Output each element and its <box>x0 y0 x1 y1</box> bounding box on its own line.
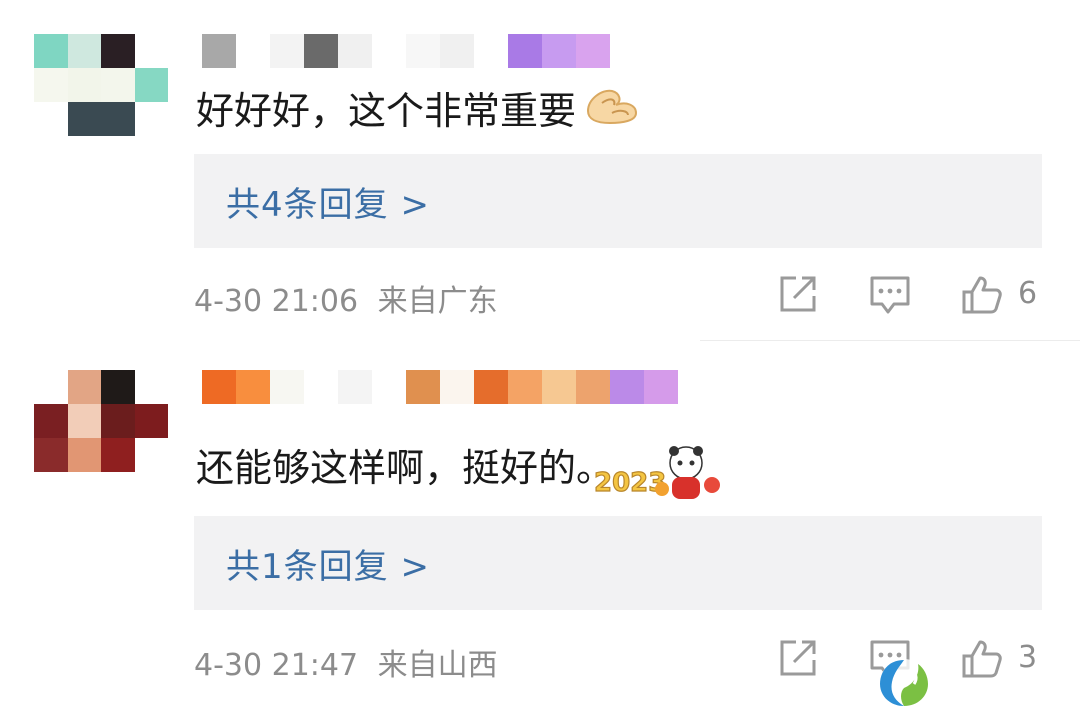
view-replies-button[interactable]: 共1条回复 > <box>194 516 1042 610</box>
avatar-pixel <box>67 404 101 438</box>
like-count: 3 <box>1018 640 1038 675</box>
thumbs-up-icon[interactable] <box>960 636 1004 680</box>
username-pixel <box>542 370 576 404</box>
reply-count-label: 共1条回复 > <box>226 546 430 587</box>
username-pixel <box>202 370 236 404</box>
comment-time: 4-30 21:47 <box>194 648 359 683</box>
share-icon[interactable] <box>776 636 820 680</box>
username-pixel <box>372 370 406 404</box>
username-pixel <box>236 370 270 404</box>
comment-item: 还能够这样啊，挺好的。 2023 共1条回复 > 4-30 21:47 来自山西 <box>0 0 1080 714</box>
avatar-pixel <box>101 370 135 404</box>
username-pixel <box>474 370 508 404</box>
username-pixel <box>270 370 304 404</box>
username-pixel <box>440 370 474 404</box>
comment-meta: 4-30 21:47 来自山西 <box>194 640 498 684</box>
avatar-pixel <box>101 404 135 438</box>
watermark-logo-icon <box>874 656 934 710</box>
username-mosaic[interactable] <box>202 370 678 404</box>
comment-text-row: 还能够这样啊，挺好的。 2023 <box>196 436 730 499</box>
avatar-pixel <box>101 438 135 472</box>
username-pixel <box>576 370 610 404</box>
username-pixel <box>610 370 644 404</box>
username-pixel <box>304 370 338 404</box>
username-pixel <box>406 370 440 404</box>
avatar[interactable] <box>34 370 168 472</box>
avatar-pixel <box>34 438 68 472</box>
panda-2023-sticker-icon: 2023 <box>590 441 730 514</box>
avatar-pixel <box>34 404 68 438</box>
avatar-pixel <box>34 370 68 404</box>
avatar-pixel <box>67 438 101 472</box>
username-pixel <box>644 370 678 404</box>
avatar-pixel <box>134 438 168 472</box>
comment-location: 来自山西 <box>377 648 498 683</box>
avatar-pixel <box>67 370 101 404</box>
comment-text: 还能够这样啊，挺好的。 <box>196 445 615 490</box>
username-pixel <box>338 370 372 404</box>
username-pixel <box>508 370 542 404</box>
avatar-pixel <box>134 370 168 404</box>
avatar-pixel <box>134 404 168 438</box>
svg-text:2023: 2023 <box>594 468 666 498</box>
